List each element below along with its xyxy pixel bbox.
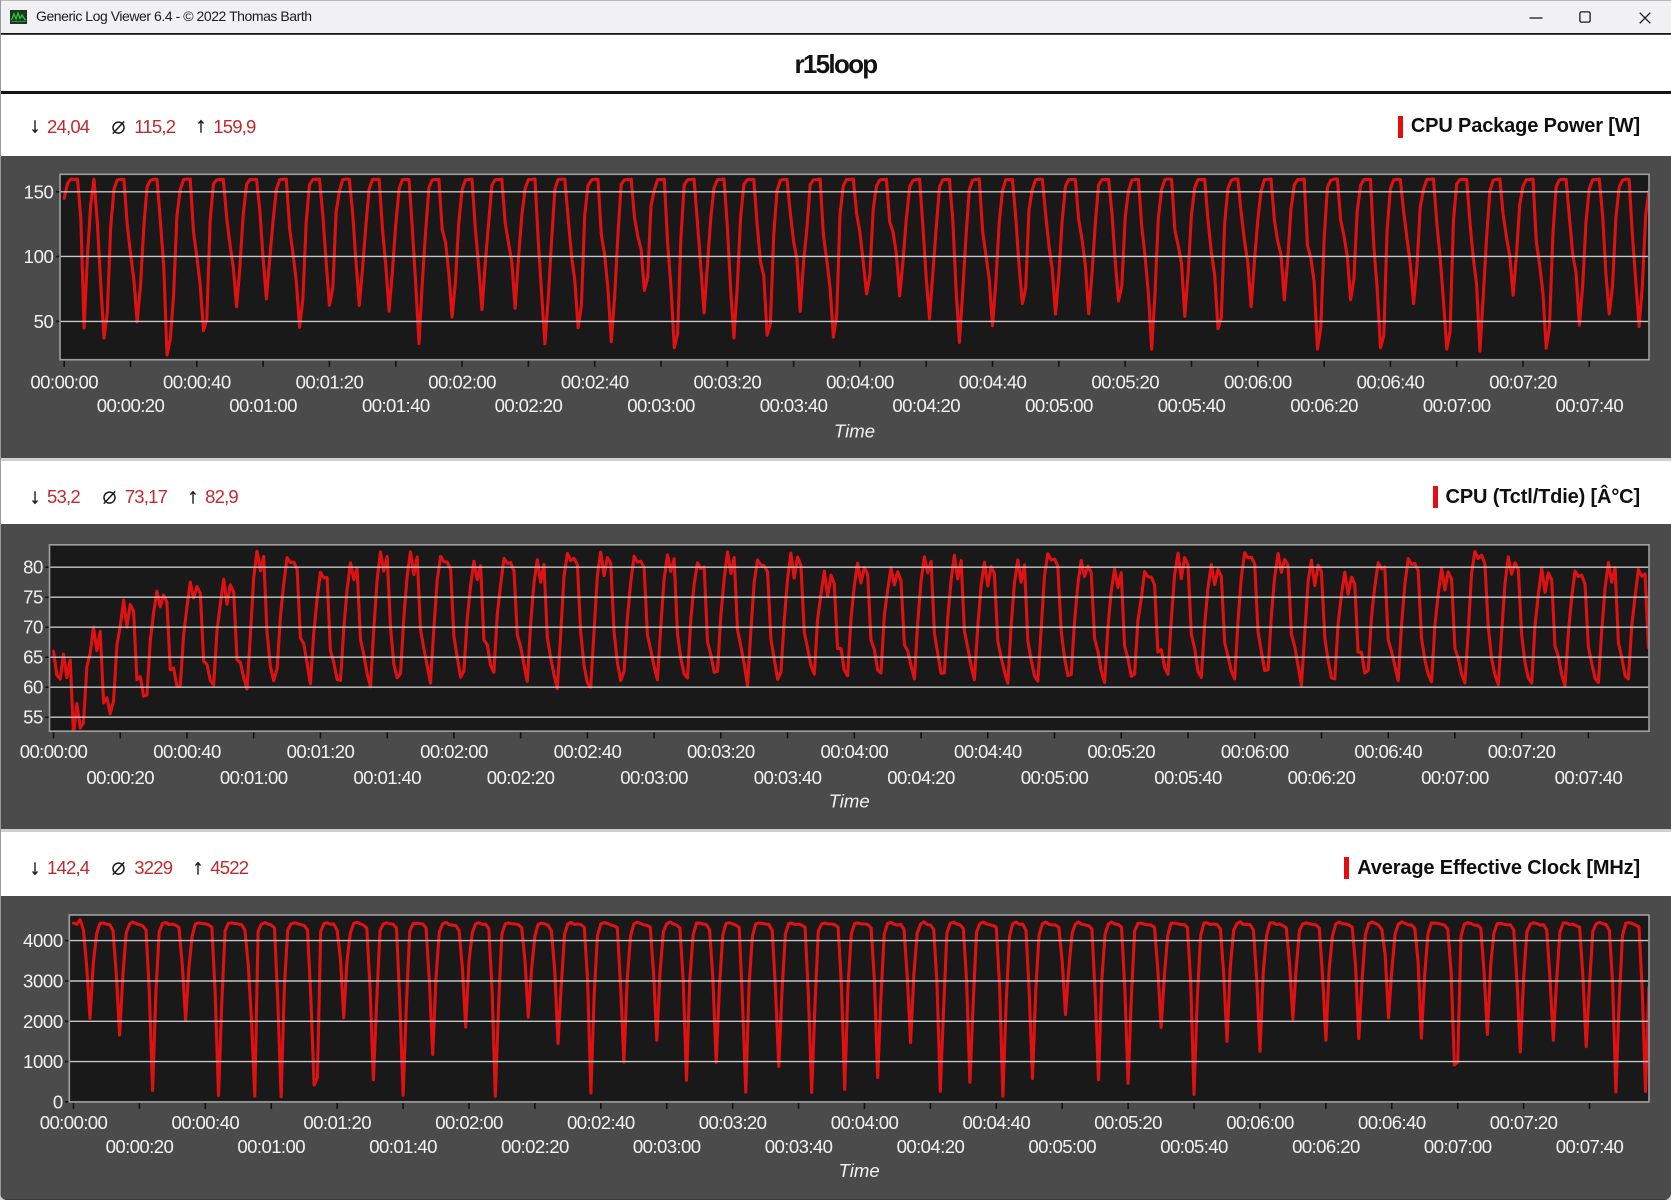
svg-text:00:05:00: 00:05:00 bbox=[1021, 767, 1089, 788]
svg-text:00:07:00: 00:07:00 bbox=[1421, 767, 1489, 788]
svg-text:00:04:20: 00:04:20 bbox=[887, 767, 955, 788]
svg-text:00:01:00: 00:01:00 bbox=[237, 1136, 305, 1157]
svg-text:00:01:40: 00:01:40 bbox=[353, 767, 421, 788]
svg-text:00:03:00: 00:03:00 bbox=[633, 1136, 701, 1157]
svg-text:00:06:20: 00:06:20 bbox=[1288, 767, 1356, 788]
svg-text:65: 65 bbox=[23, 646, 43, 667]
svg-text:00:04:40: 00:04:40 bbox=[963, 1112, 1031, 1133]
svg-text:00:01:40: 00:01:40 bbox=[362, 394, 430, 415]
svg-text:00:00:00: 00:00:00 bbox=[40, 1112, 108, 1133]
svg-text:55: 55 bbox=[23, 706, 43, 727]
svg-text:70: 70 bbox=[23, 616, 43, 637]
svg-text:00:03:00: 00:03:00 bbox=[620, 767, 688, 788]
svg-text:100: 100 bbox=[24, 245, 54, 266]
svg-text:00:05:40: 00:05:40 bbox=[1154, 767, 1222, 788]
svg-text:00:02:00: 00:02:00 bbox=[435, 1112, 503, 1133]
svg-text:00:07:00: 00:07:00 bbox=[1423, 394, 1491, 415]
svg-text:2000: 2000 bbox=[23, 1011, 63, 1032]
svg-text:00:00:40: 00:00:40 bbox=[153, 741, 221, 762]
svg-text:00:02:20: 00:02:20 bbox=[495, 394, 563, 415]
svg-text:00:02:20: 00:02:20 bbox=[487, 767, 555, 788]
svg-text:60: 60 bbox=[23, 676, 43, 697]
svg-text:00:01:40: 00:01:40 bbox=[369, 1136, 437, 1157]
svg-text:00:04:20: 00:04:20 bbox=[892, 394, 960, 415]
svg-text:00:06:40: 00:06:40 bbox=[1358, 1112, 1426, 1133]
svg-text:00:00:00: 00:00:00 bbox=[30, 371, 98, 392]
svg-text:00:03:40: 00:03:40 bbox=[760, 394, 828, 415]
svg-text:75: 75 bbox=[23, 586, 43, 607]
svg-text:00:01:20: 00:01:20 bbox=[303, 1112, 371, 1133]
svg-text:00:05:00: 00:05:00 bbox=[1028, 1136, 1096, 1157]
svg-text:00:04:40: 00:04:40 bbox=[959, 371, 1027, 392]
svg-text:00:05:40: 00:05:40 bbox=[1160, 1136, 1228, 1157]
svg-text:00:03:40: 00:03:40 bbox=[765, 1136, 833, 1157]
svg-text:00:05:20: 00:05:20 bbox=[1091, 371, 1159, 392]
svg-text:00:00:00: 00:00:00 bbox=[20, 741, 88, 762]
svg-text:00:01:00: 00:01:00 bbox=[220, 767, 288, 788]
svg-text:3000: 3000 bbox=[23, 971, 63, 992]
svg-text:00:03:20: 00:03:20 bbox=[687, 741, 755, 762]
svg-text:Time: Time bbox=[839, 1160, 880, 1181]
svg-text:00:07:20: 00:07:20 bbox=[1489, 371, 1557, 392]
svg-text:00:04:00: 00:04:00 bbox=[826, 371, 894, 392]
svg-text:00:06:00: 00:06:00 bbox=[1226, 1112, 1294, 1133]
svg-text:00:07:00: 00:07:00 bbox=[1424, 1136, 1492, 1157]
svg-text:1000: 1000 bbox=[23, 1051, 63, 1072]
svg-text:00:05:20: 00:05:20 bbox=[1094, 1112, 1162, 1133]
svg-text:00:06:00: 00:06:00 bbox=[1221, 741, 1289, 762]
svg-text:00:04:00: 00:04:00 bbox=[831, 1112, 899, 1133]
svg-text:Time: Time bbox=[834, 420, 875, 441]
svg-text:00:07:20: 00:07:20 bbox=[1490, 1112, 1558, 1133]
svg-text:50: 50 bbox=[34, 310, 54, 331]
svg-text:00:07:20: 00:07:20 bbox=[1488, 741, 1556, 762]
svg-text:00:07:40: 00:07:40 bbox=[1556, 1136, 1624, 1157]
svg-text:00:02:40: 00:02:40 bbox=[554, 741, 622, 762]
svg-text:00:06:20: 00:06:20 bbox=[1292, 1136, 1360, 1157]
svg-text:00:04:40: 00:04:40 bbox=[954, 741, 1022, 762]
svg-text:00:00:40: 00:00:40 bbox=[163, 371, 231, 392]
svg-text:00:07:40: 00:07:40 bbox=[1556, 394, 1624, 415]
svg-text:Time: Time bbox=[829, 790, 870, 811]
svg-text:00:05:00: 00:05:00 bbox=[1025, 394, 1093, 415]
svg-text:00:00:20: 00:00:20 bbox=[106, 1136, 174, 1157]
svg-text:00:03:00: 00:03:00 bbox=[627, 394, 695, 415]
svg-text:00:05:40: 00:05:40 bbox=[1158, 394, 1226, 415]
svg-text:00:06:40: 00:06:40 bbox=[1357, 371, 1425, 392]
svg-text:00:00:20: 00:00:20 bbox=[97, 394, 165, 415]
svg-text:80: 80 bbox=[23, 556, 43, 577]
svg-text:00:02:00: 00:02:00 bbox=[420, 741, 488, 762]
svg-text:4000: 4000 bbox=[23, 930, 63, 951]
svg-text:00:02:40: 00:02:40 bbox=[561, 371, 629, 392]
svg-text:00:00:20: 00:00:20 bbox=[86, 767, 154, 788]
svg-text:00:04:20: 00:04:20 bbox=[897, 1136, 965, 1157]
svg-text:00:06:20: 00:06:20 bbox=[1290, 394, 1358, 415]
svg-text:00:06:00: 00:06:00 bbox=[1224, 371, 1292, 392]
svg-text:00:01:00: 00:01:00 bbox=[229, 394, 297, 415]
svg-text:00:00:40: 00:00:40 bbox=[172, 1112, 240, 1133]
svg-text:00:03:20: 00:03:20 bbox=[694, 371, 762, 392]
svg-text:00:04:00: 00:04:00 bbox=[821, 741, 889, 762]
svg-text:00:07:40: 00:07:40 bbox=[1555, 767, 1623, 788]
svg-text:00:01:20: 00:01:20 bbox=[287, 741, 355, 762]
svg-text:00:05:20: 00:05:20 bbox=[1087, 741, 1155, 762]
svg-text:00:01:20: 00:01:20 bbox=[296, 371, 364, 392]
svg-text:00:06:40: 00:06:40 bbox=[1354, 741, 1422, 762]
svg-text:00:02:40: 00:02:40 bbox=[567, 1112, 635, 1133]
svg-text:00:03:40: 00:03:40 bbox=[754, 767, 822, 788]
svg-text:00:02:20: 00:02:20 bbox=[501, 1136, 569, 1157]
svg-text:150: 150 bbox=[24, 181, 54, 202]
svg-text:00:02:00: 00:02:00 bbox=[428, 371, 496, 392]
svg-text:00:03:20: 00:03:20 bbox=[699, 1112, 767, 1133]
svg-text:0: 0 bbox=[53, 1091, 63, 1112]
